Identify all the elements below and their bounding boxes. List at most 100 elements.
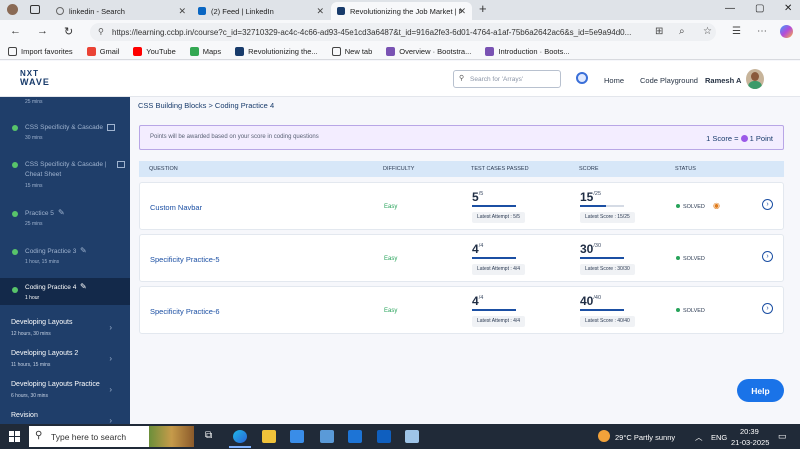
favorites-icon[interactable]: ☰	[732, 26, 741, 37]
weather-icon[interactable]	[598, 430, 610, 442]
bookmark-bootstrap-intro[interactable]: Introduction · Boots...	[485, 47, 570, 56]
latest-attempt: Latest Attempt : 4/4	[472, 316, 526, 327]
sidebar-section-developing-layouts-practice[interactable]: Developing Layouts Practice 6 hours, 30 …	[0, 379, 130, 403]
difficulty-badge: Easy	[384, 308, 398, 314]
bookmark-maps[interactable]: Maps	[189, 47, 221, 56]
linkedin-icon	[198, 7, 206, 15]
notification-icon[interactable]: ▭	[778, 431, 787, 442]
clock-time[interactable]: 20:39	[740, 427, 759, 436]
tab-revolutionizing[interactable]: Revolutionizing the Job Market | N ✕	[331, 2, 472, 20]
streak-icon[interactable]	[576, 72, 588, 84]
maps-icon	[189, 47, 199, 56]
minimize-icon[interactable]: —	[725, 3, 735, 14]
tests-progress-bar	[472, 309, 516, 311]
forward-icon[interactable]: →	[37, 25, 48, 37]
close-tab-icon[interactable]: ✕	[178, 6, 186, 17]
user-name[interactable]: Ramesh A	[705, 76, 741, 85]
store-icon[interactable]	[290, 430, 304, 443]
sidebar-item-css-specificity[interactable]: CSS Specificity & Cascade 30 mins	[0, 121, 130, 145]
windows-taskbar: ⚲ Type here to search ⧉ 29°C Partly sunn…	[0, 424, 800, 449]
chevron-right-icon: ›	[109, 385, 112, 394]
chevron-up-icon[interactable]: ︿	[695, 432, 703, 443]
tab-linkedin-search[interactable]: linkedin - Search ✕	[50, 2, 192, 20]
app-icon[interactable]	[320, 430, 334, 443]
new-tab-button[interactable]: +	[479, 1, 487, 16]
latest-score: Latest Score : 40/40	[580, 316, 635, 327]
bookmark-bootstrap-overview[interactable]: Overview · Bootstra...	[386, 47, 471, 56]
status-badge: SOLVED	[676, 204, 705, 210]
maximize-icon[interactable]: ▢	[755, 3, 764, 14]
eye-icon[interactable]: ◉	[713, 201, 720, 210]
bookmark-revolutionizing[interactable]: Revolutionizing the...	[235, 47, 318, 56]
bookmark-youtube[interactable]: YouTube	[133, 47, 176, 56]
taskbar-search-input[interactable]: ⚲ Type here to search	[29, 426, 194, 447]
bookmark-gmail[interactable]: Gmail	[86, 47, 119, 56]
chevron-right-icon: ›	[109, 416, 112, 424]
tab-linkedin-feed[interactable]: (2) Feed | LinkedIn ✕	[192, 2, 330, 20]
file-explorer-icon[interactable]	[262, 430, 276, 443]
sidebar-item-coding-practice-4[interactable]: Coding Practice 4 ✎ 1 hour	[0, 278, 130, 305]
outlook-classic-icon[interactable]	[377, 430, 391, 443]
nav-home[interactable]: Home	[604, 76, 624, 85]
profile-icon[interactable]	[7, 4, 18, 15]
task-view-icon[interactable]: ⧉	[205, 430, 212, 441]
favorite-star-icon[interactable]: ☆	[703, 26, 712, 37]
zoom-icon[interactable]: ⌕	[679, 26, 685, 37]
score-progress-bar	[580, 257, 624, 259]
search-input[interactable]: ⚲ Search for 'Arrays'	[453, 70, 561, 88]
status-badge: SOLVED	[676, 308, 705, 314]
close-tab-icon[interactable]: ✕	[458, 6, 466, 17]
weather-text[interactable]: 29°C Partly sunny	[615, 433, 675, 442]
address-bar[interactable]: ⚲ https://learning.ccbp.in/course?c_id=3…	[90, 23, 716, 41]
difficulty-badge: Easy	[384, 204, 398, 210]
notice-message: Points will be awarded based on your sco…	[150, 134, 319, 140]
help-button[interactable]: Help	[737, 379, 784, 402]
copilot-icon[interactable]	[780, 25, 793, 38]
windows-start-icon[interactable]	[9, 431, 20, 442]
close-tab-icon[interactable]: ✕	[316, 6, 324, 17]
open-question-button[interactable]: ›	[762, 251, 773, 262]
sidebar-item-practice-5[interactable]: Practice 5 ✎ 25 mins	[0, 207, 130, 231]
question-title[interactable]: Custom Navbar	[150, 203, 202, 212]
sidebar-item-coding-practice-3[interactable]: Coding Practice 3 ✎ 1 hour, 15 mins	[0, 245, 130, 269]
sidebar-section-revision[interactable]: Revision ›	[0, 410, 130, 424]
clock-date[interactable]: 21-03-2025	[731, 438, 769, 447]
latest-score: Latest Score : 15/25	[580, 212, 635, 223]
nxtwave-logo[interactable]: NXT WAVE	[20, 69, 50, 87]
sidebar-section-developing-layouts[interactable]: Developing Layouts 12 hours, 30 mins ›	[0, 317, 130, 341]
outlook-icon[interactable]	[348, 430, 362, 443]
app-available-icon[interactable]: ⊞	[655, 26, 663, 37]
tab-actions-icon[interactable]	[30, 5, 40, 14]
refresh-icon[interactable]: ↻	[64, 25, 73, 38]
more-options-icon[interactable]: ⋯	[757, 26, 767, 37]
question-row[interactable]: Custom Navbar Easy 5/5 Latest Attempt : …	[139, 182, 784, 230]
bookmark-new-tab[interactable]: New tab	[331, 47, 372, 56]
bootstrap-icon	[386, 47, 396, 56]
bookmark-import-favorites[interactable]: Import favorites	[8, 47, 73, 56]
sidebar-item-cheat-sheet[interactable]: CSS Specificity & Cascade | Cheat Sheet …	[0, 158, 130, 192]
col-difficulty: DIFFICULTY	[383, 166, 415, 172]
sidebar-section-developing-layouts-2[interactable]: Developing Layouts 2 11 hours, 15 mins ›	[0, 348, 130, 372]
avatar-face	[751, 72, 759, 81]
score-rule: 1 Score = 1 Point	[706, 134, 773, 143]
question-row[interactable]: Specificity Practice-5 Easy 4/4 Latest A…	[139, 234, 784, 282]
question-title[interactable]: Specificity Practice-6	[150, 307, 220, 316]
completed-dot	[12, 287, 18, 293]
search-icon: ⚲	[35, 430, 43, 441]
bootstrap-icon	[485, 47, 495, 56]
open-question-button[interactable]: ›	[762, 303, 773, 314]
back-icon[interactable]: ←	[10, 25, 21, 37]
notepad-icon[interactable]	[405, 430, 419, 443]
open-question-button[interactable]: ›	[762, 199, 773, 210]
close-window-icon[interactable]: ✕	[784, 3, 792, 14]
sidebar-item-previous[interactable]: 25 mins	[0, 97, 130, 109]
question-row[interactable]: Specificity Practice-6 Easy 4/4 Latest A…	[139, 286, 784, 334]
score-progress-bar	[580, 309, 624, 311]
nav-code-playground[interactable]: Code Playground	[640, 76, 698, 85]
completed-dot	[12, 211, 18, 217]
edge-browser-icon[interactable]	[233, 430, 247, 443]
ccbp-favicon-icon	[235, 47, 245, 56]
avatar[interactable]	[746, 69, 764, 89]
question-title[interactable]: Specificity Practice-5	[150, 255, 220, 264]
language-indicator[interactable]: ENG	[711, 433, 727, 442]
